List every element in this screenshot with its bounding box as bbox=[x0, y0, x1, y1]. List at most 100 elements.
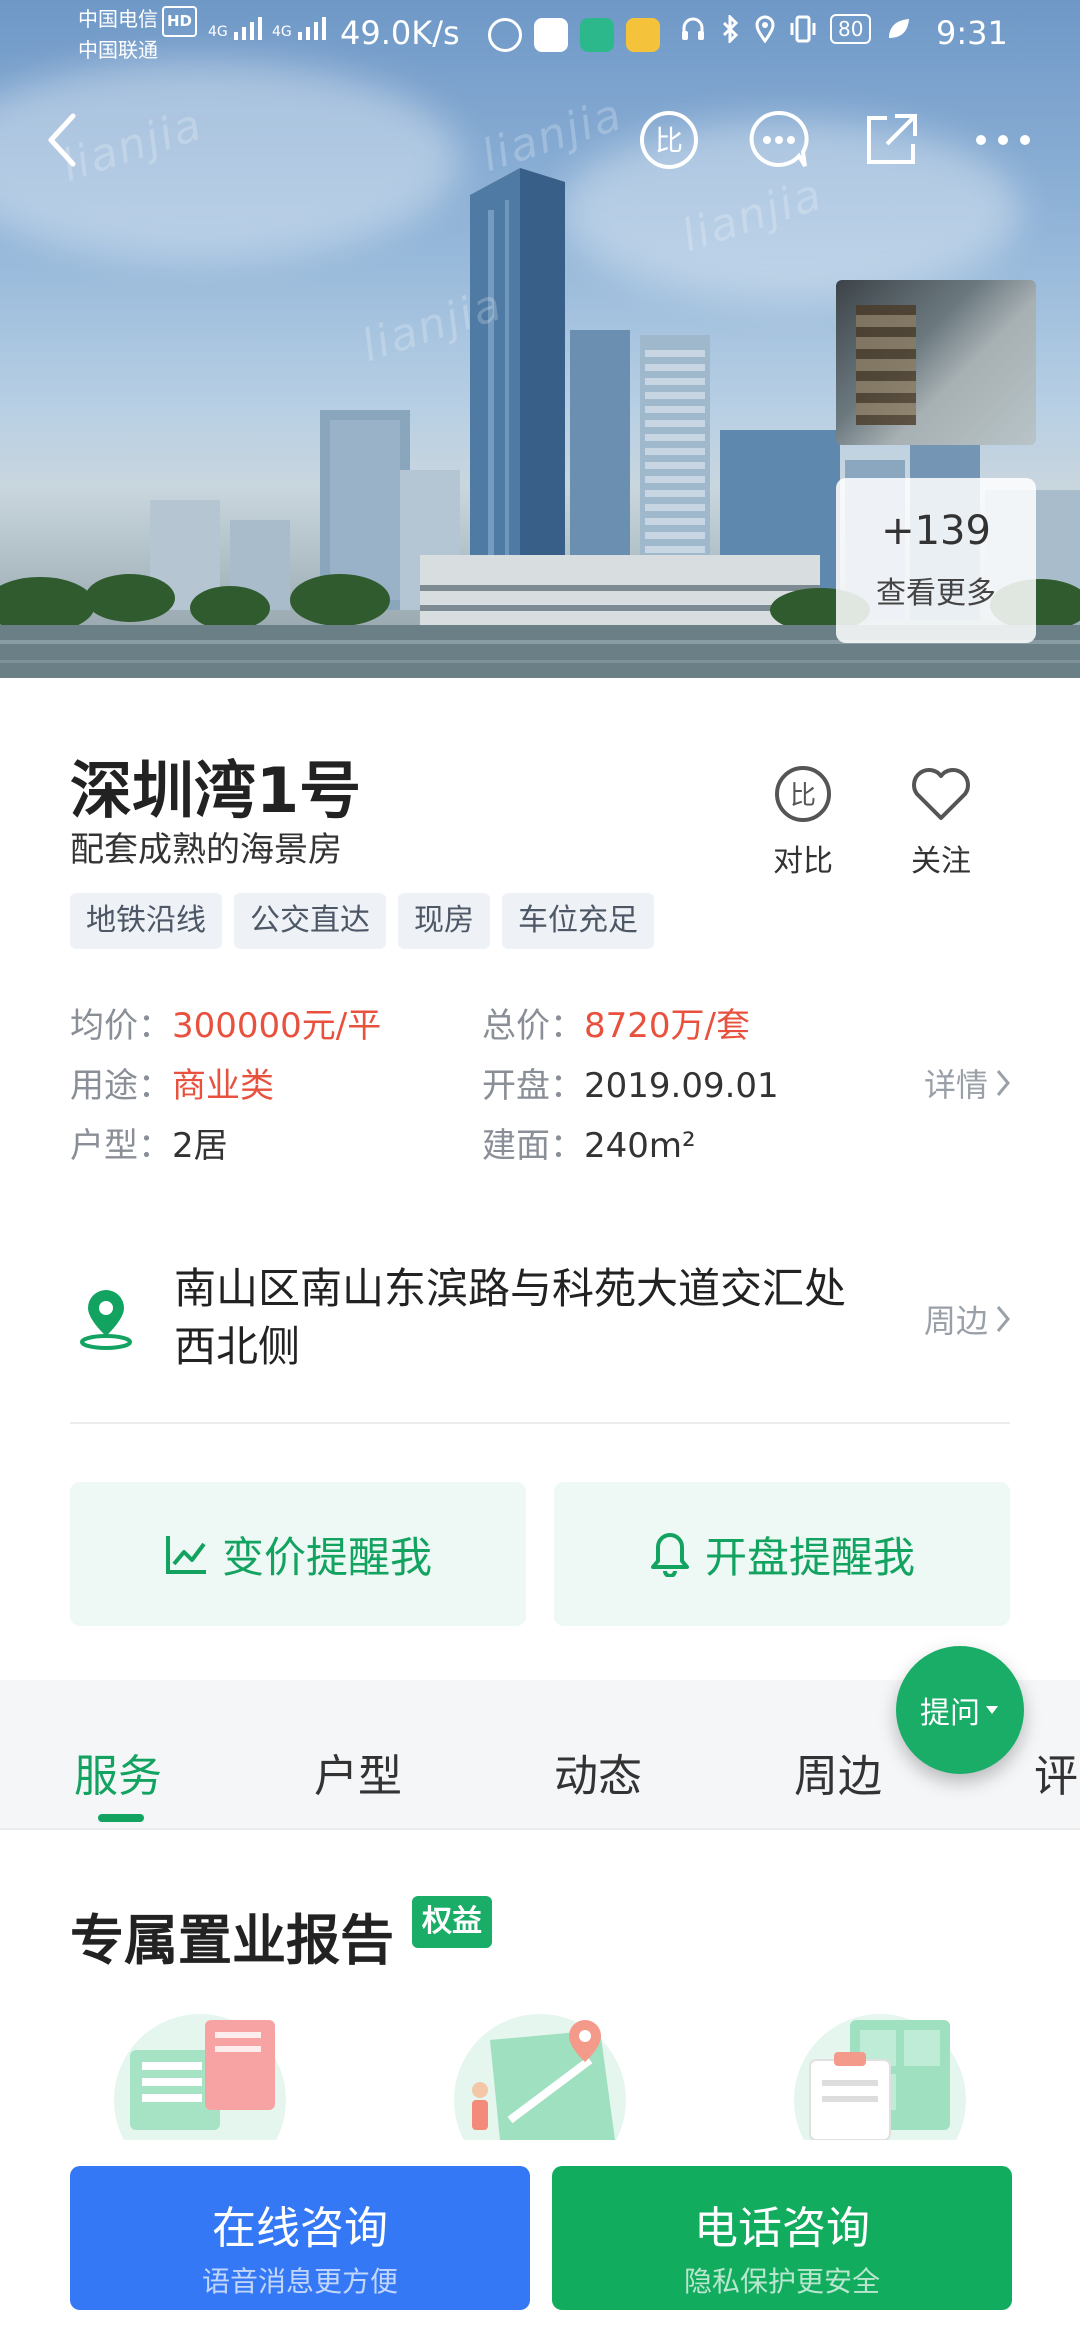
online-consult-button[interactable]: 在线咨询 语音消息更方便 bbox=[70, 2166, 530, 2310]
compare-top-button[interactable]: 比 bbox=[634, 105, 704, 175]
tag: 车位充足 bbox=[502, 893, 654, 949]
signal-2-icon: 4G bbox=[272, 16, 332, 40]
share-button[interactable] bbox=[856, 105, 926, 175]
tab-review[interactable]: 评 bbox=[1034, 1740, 1078, 1804]
price-change-reminder-button[interactable]: 变价提醒我 bbox=[70, 1482, 526, 1626]
caret-down-icon bbox=[986, 1706, 998, 1714]
phone-consult-title: 电话咨询 bbox=[694, 2203, 870, 2254]
photo-count: +139 bbox=[881, 508, 991, 554]
tab-layout[interactable]: 户型 bbox=[314, 1740, 402, 1804]
chevron-left-icon bbox=[48, 113, 76, 167]
system-icons: 80 bbox=[680, 14, 911, 44]
online-consult-title: 在线咨询 bbox=[212, 2203, 388, 2254]
k-app-icon bbox=[488, 18, 522, 52]
carrier-info: 中国电信 HD 中国联通 bbox=[78, 6, 198, 64]
divider bbox=[70, 1422, 1010, 1424]
heart-icon bbox=[912, 768, 970, 820]
boss-app-icon bbox=[580, 18, 614, 52]
active-tab-indicator bbox=[98, 1814, 144, 1822]
compare-icon: 比 bbox=[775, 766, 831, 822]
divider bbox=[0, 1828, 1080, 1830]
line-chart-icon bbox=[165, 1536, 206, 1574]
total-price-label: 总价： bbox=[482, 1006, 584, 1046]
project-title: 深圳湾1号 bbox=[70, 754, 362, 827]
tab-nearby[interactable]: 周边 bbox=[794, 1740, 882, 1804]
view-more-label: 查看更多 bbox=[876, 576, 996, 611]
hd-badge: HD bbox=[162, 6, 198, 37]
weibo-icon bbox=[626, 18, 660, 52]
signal-1-label: 4G bbox=[208, 24, 228, 40]
usage-label: 用途： bbox=[70, 1066, 172, 1106]
follow-label: 关注 bbox=[911, 844, 971, 879]
music-app-icon bbox=[534, 18, 568, 52]
report-checklist-illustration[interactable] bbox=[790, 2000, 970, 2140]
area-value: 240m² bbox=[584, 1126, 696, 1166]
nearby-link[interactable]: 周边 bbox=[924, 1296, 1012, 1342]
open-date-value: 2019.09.01 bbox=[584, 1066, 779, 1106]
layout-row: 户型：2居 bbox=[70, 1118, 228, 1167]
signal-1-icon: 4G bbox=[208, 16, 268, 40]
layout-value: 2居 bbox=[172, 1126, 228, 1166]
tab-service[interactable]: 服务 bbox=[74, 1740, 162, 1804]
chevron-right-icon bbox=[996, 1306, 1010, 1332]
report-document-illustration[interactable] bbox=[110, 2000, 290, 2140]
leaf-icon bbox=[889, 19, 910, 38]
status-bar: 中国电信 HD 中国联通 4G 4G 49.0K/s 80 9:31 bbox=[0, 0, 1080, 70]
bluetooth-icon bbox=[722, 15, 739, 43]
nearby-link-label: 周边 bbox=[923, 1302, 988, 1340]
ask-label: 提问 bbox=[920, 1696, 980, 1731]
vibrate-icon bbox=[790, 15, 816, 43]
layout-label: 户型： bbox=[70, 1126, 172, 1166]
tag: 地铁沿线 bbox=[70, 893, 222, 949]
location-icon bbox=[755, 15, 775, 43]
avg-price-row: 均价：300000元/平 bbox=[70, 998, 381, 1047]
usage-row: 用途：商业类 bbox=[70, 1058, 274, 1107]
more-menu-button[interactable] bbox=[968, 105, 1038, 175]
details-link[interactable]: 详情 bbox=[924, 1060, 1012, 1106]
tag: 公交直达 bbox=[234, 893, 386, 949]
clock: 9:31 bbox=[936, 14, 1008, 52]
more-dots-icon bbox=[976, 135, 1030, 145]
gallery-thumbnail[interactable] bbox=[836, 280, 1036, 445]
svg-text:比: 比 bbox=[790, 781, 816, 811]
project-address: 南山区南山东滨路与科苑大道交汇处西北侧 bbox=[174, 1264, 847, 1371]
notification-icons bbox=[488, 18, 660, 52]
benefit-badge: 权益 bbox=[412, 1896, 492, 1948]
bell-icon bbox=[650, 1533, 689, 1577]
total-price-row: 总价：8720万/套 bbox=[482, 998, 750, 1047]
compare-button[interactable]: 比 对比 bbox=[748, 758, 858, 880]
usage-value: 商业类 bbox=[172, 1066, 274, 1106]
area-row: 建面：240m² bbox=[482, 1118, 696, 1167]
phone-consult-button[interactable]: 电话咨询 隐私保护更安全 bbox=[552, 2166, 1012, 2310]
follow-button[interactable]: 关注 bbox=[886, 758, 996, 880]
tag: 现房 bbox=[398, 893, 490, 949]
opening-reminder-button[interactable]: 开盘提醒我 bbox=[554, 1482, 1010, 1626]
battery-icon: 80 bbox=[830, 14, 872, 44]
price-change-label: 变价提醒我 bbox=[221, 1532, 432, 1582]
compare-icon: 比 bbox=[640, 111, 698, 169]
report-map-illustration[interactable] bbox=[450, 2000, 630, 2140]
hero-gallery[interactable]: lianjia lianjia lianjia lianjia 中国电信 HD 中… bbox=[0, 0, 1080, 678]
thumbnail-photo bbox=[856, 305, 916, 425]
phone-consult-subtitle: 隐私保护更安全 bbox=[683, 2265, 880, 2298]
location-pin-icon bbox=[76, 1286, 136, 1354]
net-speed: 49.0K/s bbox=[340, 14, 460, 52]
avg-price-label: 均价： bbox=[70, 1006, 172, 1046]
avg-price-value: 300000元/平 bbox=[172, 1006, 382, 1046]
view-more-photos[interactable]: +139 查看更多 bbox=[836, 478, 1036, 643]
back-button[interactable] bbox=[26, 105, 96, 175]
ask-question-button[interactable]: 提问 bbox=[896, 1646, 1024, 1774]
carrier-2: 中国联通 bbox=[78, 38, 158, 62]
details-link-label: 详情 bbox=[923, 1066, 988, 1104]
open-date-label: 开盘： bbox=[482, 1066, 584, 1106]
opening-label: 开盘提醒我 bbox=[704, 1532, 915, 1582]
total-price-value: 8720万/套 bbox=[584, 1006, 750, 1046]
open-date-row: 开盘：2019.09.01 bbox=[482, 1058, 779, 1107]
tab-news[interactable]: 动态 bbox=[554, 1740, 642, 1804]
headphone-icon bbox=[682, 17, 704, 40]
chevron-right-icon bbox=[996, 1070, 1010, 1096]
area-label: 建面： bbox=[482, 1126, 584, 1166]
message-button[interactable] bbox=[744, 105, 814, 175]
svg-text:比: 比 bbox=[655, 124, 683, 157]
carrier-1: 中国电信 bbox=[78, 7, 158, 31]
